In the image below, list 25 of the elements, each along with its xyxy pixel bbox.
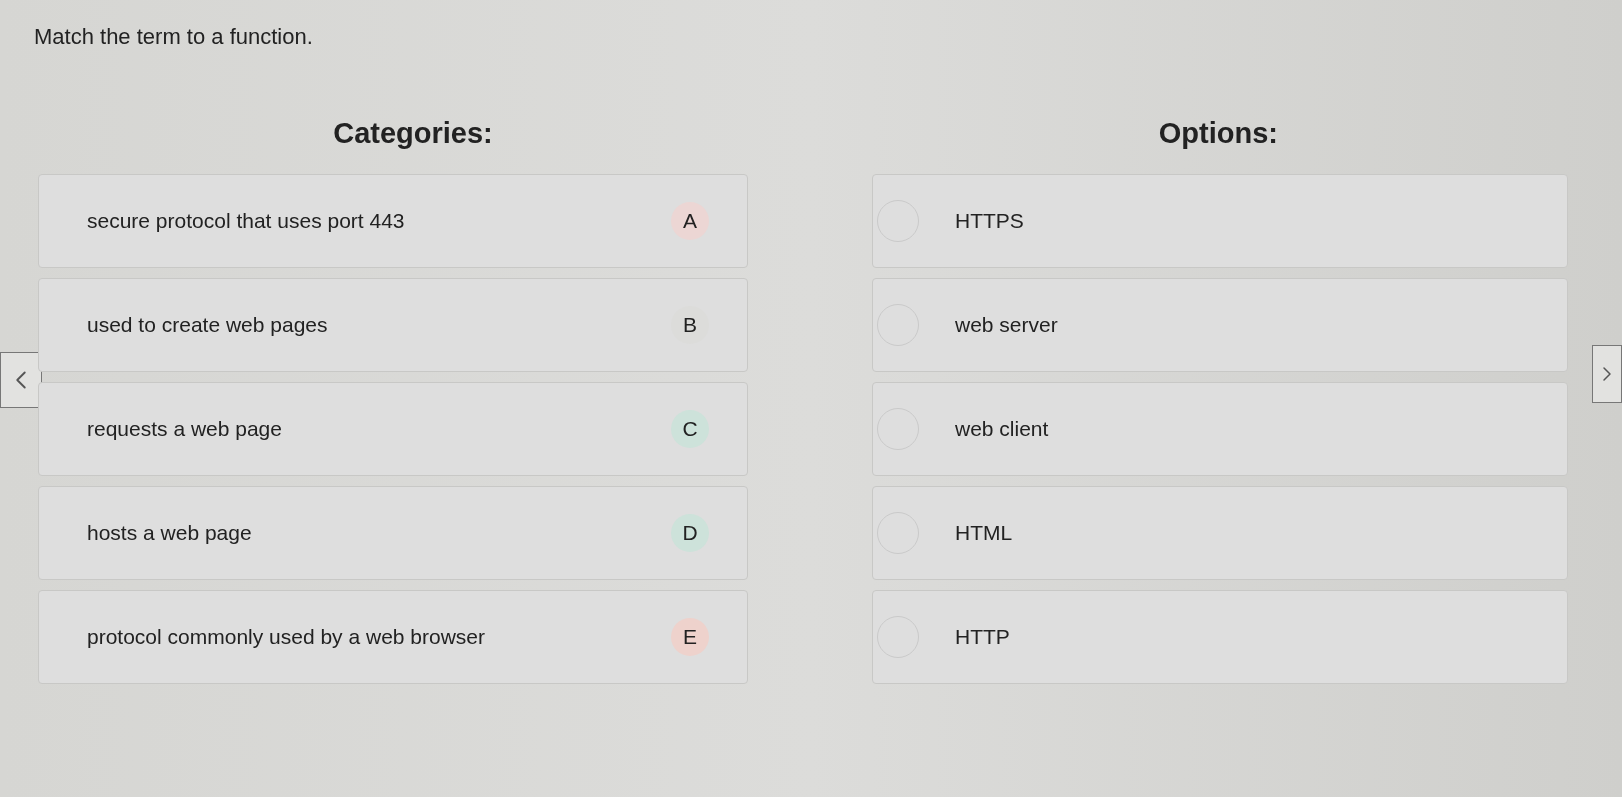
option-card[interactable]: web client (872, 382, 1568, 476)
option-card[interactable]: HTTP (872, 590, 1568, 684)
letter-badge: A (671, 202, 709, 240)
category-text: secure protocol that uses port 443 (87, 208, 405, 235)
options-heading: Options: (1157, 116, 1279, 151)
category-text: protocol commonly used by a web browser (87, 624, 485, 651)
option-text: web server (955, 312, 1058, 339)
next-button[interactable] (1592, 345, 1622, 403)
category-text: hosts a web page (87, 520, 252, 547)
letter-badge: E (671, 618, 709, 656)
option-text: HTTPS (955, 208, 1024, 235)
letter-badge: D (671, 514, 709, 552)
category-text: requests a web page (87, 416, 282, 443)
previous-button[interactable] (0, 352, 42, 408)
option-card[interactable]: web server (872, 278, 1568, 372)
instruction-text: Match the term to a function. (34, 23, 313, 51)
option-text: HTML (955, 520, 1013, 547)
letter-badge: B (671, 306, 709, 344)
option-card[interactable]: HTML (872, 486, 1568, 580)
category-text: used to create web pages (87, 312, 328, 339)
option-text: HTTP (955, 624, 1010, 651)
categories-heading: Categories: (332, 116, 494, 151)
option-text: web client (955, 416, 1049, 443)
letter-badge: C (671, 410, 709, 448)
option-card[interactable]: HTTPS (872, 174, 1568, 268)
